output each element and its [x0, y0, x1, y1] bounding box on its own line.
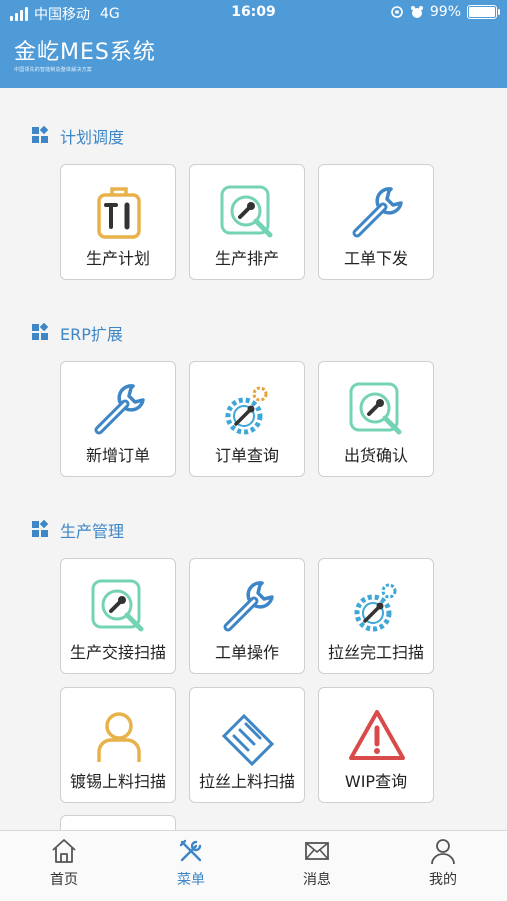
tile-label: 生产排产 — [214, 249, 279, 268]
gear-wrench-icon — [354, 583, 397, 632]
menu-tile-new-order[interactable]: 新增订单 — [60, 361, 176, 477]
status-bar: 中国移动 4G 16:09 99% — [0, 0, 507, 28]
menu-tile-handover-scan[interactable]: 生产交接扫描 — [60, 558, 176, 674]
tab-bar: 首页 菜单 消息 我的 — [0, 830, 507, 901]
wrench-icon — [223, 581, 274, 632]
grid-icon — [32, 519, 50, 539]
tools-icon — [179, 839, 202, 862]
tile-label: 出货确认 — [343, 446, 408, 465]
section-title-text: 生产管理 — [60, 522, 125, 541]
app-subtitle: 中国领先的智能制造整体解决方案 — [14, 67, 93, 73]
tab-label: 菜单 — [177, 872, 205, 888]
wrench-magnifier-icon — [349, 382, 402, 435]
tile-label: 镀锡上料扫描 — [69, 772, 166, 791]
app-header: 中国移动 4G 16:09 99% 金屹MES系统 中国领先的智能制造整体解决方… — [0, 0, 507, 88]
tab-profile[interactable]: 我的 — [393, 837, 493, 889]
tab-label: 我的 — [429, 872, 457, 888]
tile-label: 生产计划 — [85, 249, 150, 268]
tab-menu[interactable]: 菜单 — [141, 837, 241, 889]
tab-label: 消息 — [303, 872, 331, 888]
tile-label: 拉丝完工扫描 — [327, 643, 424, 662]
section-title-production: 生产管理 — [32, 518, 124, 542]
orientation-lock-icon — [391, 6, 403, 18]
menu-tile-work-order-dispatch[interactable]: 工单下发 — [318, 164, 434, 280]
app-title: 金屹MES系统 — [14, 40, 156, 65]
menu-tile-drawing-feed-scan[interactable]: 拉丝上料扫描 — [189, 687, 305, 803]
tile-label: WIP查询 — [344, 772, 408, 791]
menu-tile-work-order-operation[interactable]: 工单操作 — [189, 558, 305, 674]
menu-tile-tinning-feed-scan[interactable]: 镀锡上料扫描 — [60, 687, 176, 803]
menu-tile-production-scheduling[interactable]: 生产排产 — [189, 164, 305, 280]
warning-icon — [349, 710, 405, 760]
grid-icon — [32, 125, 50, 145]
tile-label: 订单查询 — [214, 446, 279, 465]
section-title-plan: 计划调度 — [32, 124, 124, 148]
menu-tile-drawing-complete-scan[interactable]: 拉丝完工扫描 — [318, 558, 434, 674]
toolbox-icon — [97, 187, 141, 239]
tile-label: 工单下发 — [343, 249, 408, 268]
mail-icon — [305, 842, 329, 860]
tile-label: 生产交接扫描 — [69, 643, 166, 662]
tab-label: 首页 — [50, 872, 78, 888]
tile-label: 拉丝上料扫描 — [198, 772, 295, 791]
wrench-icon — [94, 384, 145, 435]
battery-percent: 99% — [429, 4, 461, 20]
grid-icon — [32, 322, 50, 342]
section-title-text: ERP扩展 — [60, 325, 123, 344]
wrench-magnifier-icon — [220, 185, 273, 238]
wrench-magnifier-icon — [91, 579, 144, 632]
person-icon — [431, 839, 455, 865]
section-title-text: 计划调度 — [60, 128, 125, 147]
wrench-icon — [352, 187, 403, 238]
handshake-icon — [221, 713, 275, 766]
tile-label: 新增订单 — [85, 446, 150, 465]
tab-messages[interactable]: 消息 — [267, 837, 367, 889]
menu-tile-shipment-confirm[interactable]: 出货确认 — [318, 361, 434, 477]
alarm-icon — [410, 6, 423, 18]
menu-tile-production-plan[interactable]: 生产计划 — [60, 164, 176, 280]
user-icon — [97, 712, 141, 762]
menu-tile-wip-query[interactable]: WIP查询 — [318, 687, 434, 803]
battery-icon — [467, 5, 500, 19]
gear-wrench-icon — [225, 386, 268, 435]
section-title-erp: ERP扩展 — [32, 321, 123, 345]
tab-home[interactable]: 首页 — [14, 837, 114, 889]
home-icon — [52, 839, 76, 863]
tile-label: 工单操作 — [214, 643, 279, 662]
menu-tile-order-query[interactable]: 订单查询 — [189, 361, 305, 477]
